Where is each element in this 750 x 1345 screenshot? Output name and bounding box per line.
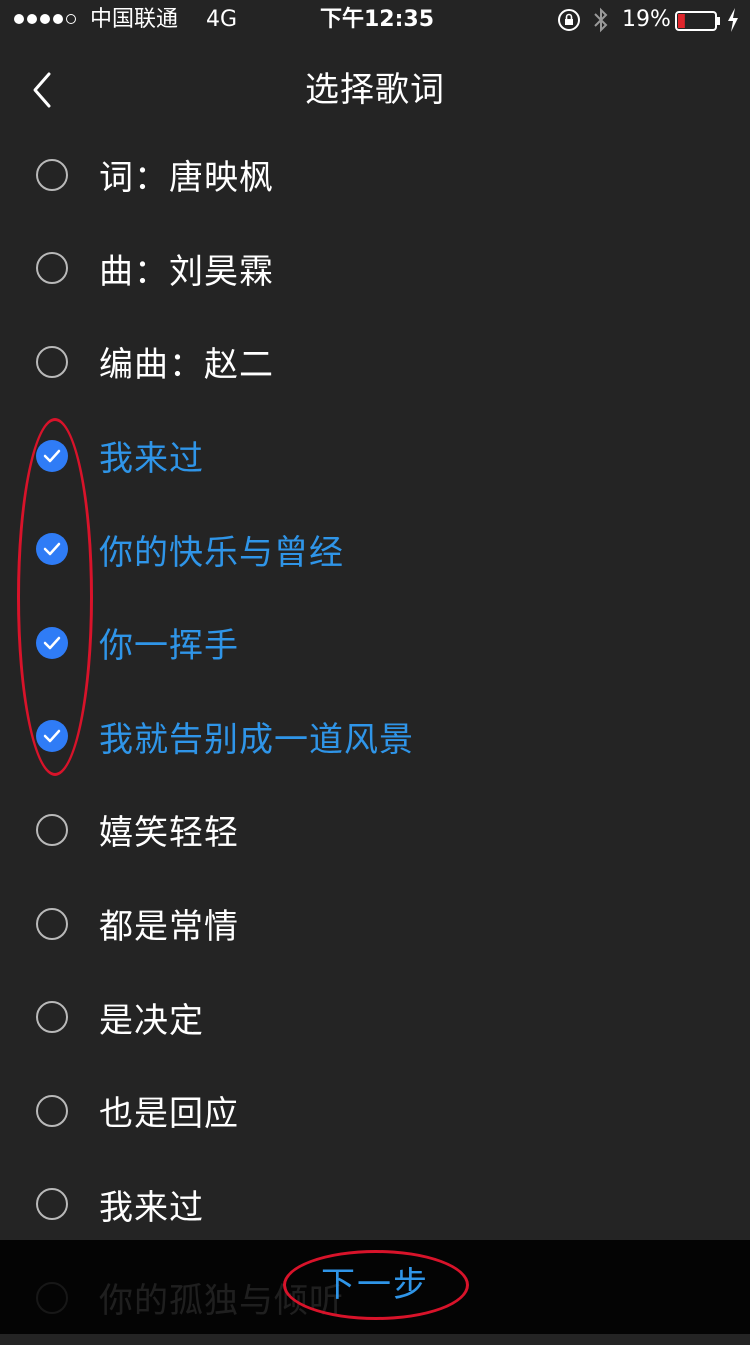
lyric-line[interactable]: 编曲：赵二: [0, 315, 750, 409]
battery-icon: [675, 11, 721, 39]
checkbox-checked-icon[interactable]: [36, 533, 68, 566]
lyric-line[interactable]: 曲：刘昊霖: [0, 222, 750, 316]
lyric-text: 也是回应: [99, 1094, 239, 1135]
checkbox-unchecked-icon[interactable]: [36, 813, 68, 846]
checkbox-checked-icon[interactable]: [36, 439, 68, 472]
lyric-text: 都是常情: [99, 907, 239, 948]
status-bar: 中国联通 4G 下午12:35 19%: [0, 0, 750, 40]
lyric-line[interactable]: 是决定: [0, 970, 750, 1064]
lyric-line[interactable]: 你一挥手: [0, 596, 750, 690]
checkbox-unchecked-icon[interactable]: [36, 158, 68, 191]
checkbox-unchecked-icon[interactable]: [36, 907, 68, 940]
lyrics-list: 词：唐映枫 曲：刘昊霖 编曲：赵二 我来过 你的快乐与曾经 你一挥手 我就告别成一道风景 嬉笑…: [0, 128, 750, 1345]
checkbox-unchecked-icon[interactable]: [36, 1188, 68, 1221]
checkbox-unchecked-icon[interactable]: [36, 252, 68, 285]
network-type: 4G: [206, 7, 238, 32]
lyric-text: 曲：刘昊霖: [99, 251, 274, 292]
battery-percentage: 19%: [622, 7, 671, 32]
lyric-line[interactable]: 你的快乐与曾经: [0, 502, 750, 596]
lyric-text: 嬉笑轻轻: [99, 813, 239, 854]
lyric-text: 编曲：赵二: [99, 345, 274, 386]
rotation-lock-icon: [557, 8, 581, 40]
lyric-line[interactable]: 我来过: [0, 1158, 750, 1252]
checkbox-unchecked-icon[interactable]: [36, 1094, 68, 1127]
lyric-line[interactable]: 我来过: [0, 409, 750, 503]
lyric-line[interactable]: 词：唐映枫: [0, 128, 750, 222]
lyric-text: 你的快乐与曾经: [99, 532, 344, 573]
page-title: 选择歌词: [305, 70, 445, 110]
lyric-line[interactable]: 我就告别成一道风景: [0, 690, 750, 784]
lyric-text: 是决定: [99, 1000, 204, 1041]
bluetooth-icon: [592, 6, 610, 42]
signal-strength-icon: [14, 14, 76, 24]
checkbox-checked-icon[interactable]: [36, 626, 68, 659]
checkbox-unchecked-icon[interactable]: [36, 1001, 68, 1034]
lyric-line[interactable]: 嬉笑轻轻: [0, 783, 750, 877]
lyric-text: 我来过: [99, 439, 204, 480]
status-time: 下午12:35: [320, 7, 435, 32]
checkbox-checked-icon[interactable]: [36, 720, 68, 753]
lyric-text: 我来过: [99, 1187, 204, 1228]
lyric-text: 词：唐映枫: [99, 158, 274, 199]
bottom-bar: 下一步: [0, 1240, 750, 1334]
charging-icon: [726, 7, 740, 41]
next-step-button[interactable]: 下一步: [285, 1250, 465, 1320]
carrier-name: 中国联通: [90, 7, 179, 32]
checkbox-unchecked-icon[interactable]: [36, 345, 68, 378]
lyric-line[interactable]: 都是常情: [0, 877, 750, 971]
lyric-line[interactable]: 也是回应: [0, 1064, 750, 1158]
lyric-text: 我就告别成一道风景: [99, 719, 414, 760]
navigation-bar: 选择歌词: [0, 50, 750, 130]
lyric-text: 你一挥手: [99, 626, 239, 667]
